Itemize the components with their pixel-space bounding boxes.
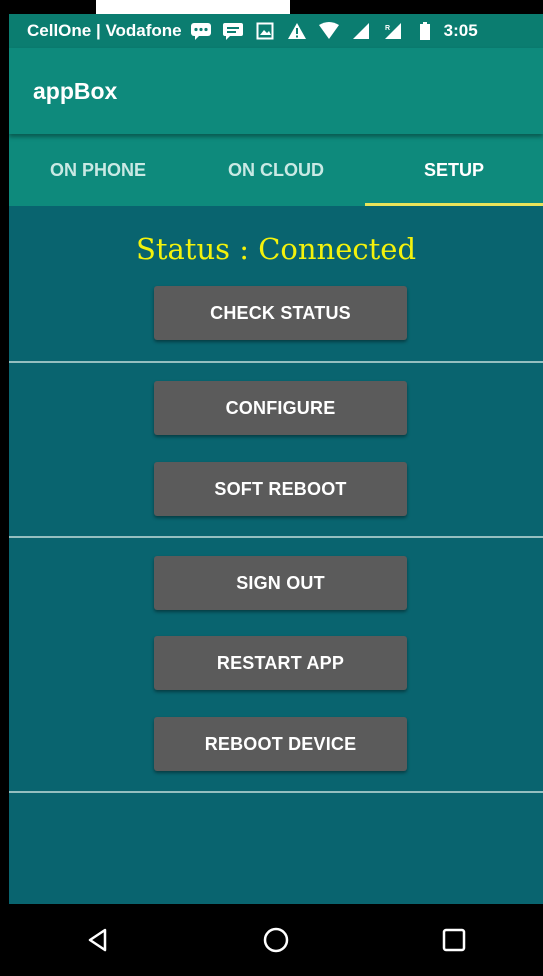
battery-icon: [414, 22, 436, 40]
back-icon: [88, 928, 107, 952]
wifi-icon: [318, 22, 340, 40]
tab-setup[interactable]: SETUP: [365, 134, 543, 206]
tab-bar: ON PHONE ON CLOUD SETUP: [9, 134, 543, 206]
section-divider: [9, 361, 543, 363]
svg-text:R: R: [385, 25, 390, 32]
message-icon: [222, 22, 244, 40]
tab-on-cloud[interactable]: ON CLOUD: [187, 134, 365, 206]
sign-out-button[interactable]: SIGN OUT: [154, 556, 407, 610]
soft-reboot-button[interactable]: SOFT REBOOT: [154, 462, 407, 516]
back-button[interactable]: [68, 910, 128, 970]
reboot-device-button[interactable]: REBOOT DEVICE: [154, 717, 407, 771]
recents-icon: [442, 928, 466, 952]
section-divider: [9, 791, 543, 793]
app-title: appBox: [33, 77, 118, 104]
image-icon: [254, 22, 276, 40]
signal-icon: [350, 22, 372, 40]
notification-banner: [96, 0, 290, 14]
configure-button[interactable]: CONFIGURE: [154, 381, 407, 435]
restart-app-button[interactable]: RESTART APP: [154, 636, 407, 690]
status-bar: CellOne | Vodafone R 3:05: [9, 14, 543, 48]
check-status-button[interactable]: CHECK STATUS: [154, 286, 407, 340]
recents-button[interactable]: [424, 910, 484, 970]
tab-on-phone[interactable]: ON PHONE: [9, 134, 187, 206]
carrier-label: CellOne | Vodafone: [27, 21, 182, 40]
home-icon: [263, 927, 289, 953]
chat-icon: [190, 22, 212, 40]
clock: 3:05: [443, 21, 478, 40]
navigation-bar: [9, 904, 543, 976]
setup-panel: Status : Connected CHECK STATUS CONFIGUR…: [9, 206, 543, 904]
app-bar: appBox: [9, 48, 543, 134]
connection-status: Status : Connected: [135, 232, 417, 266]
section-divider: [9, 536, 543, 538]
roaming-signal-icon: R: [382, 22, 404, 40]
warning-icon: [286, 22, 308, 40]
home-button[interactable]: [246, 910, 306, 970]
left-edge: [0, 0, 9, 976]
status-icons: R: [190, 22, 436, 40]
